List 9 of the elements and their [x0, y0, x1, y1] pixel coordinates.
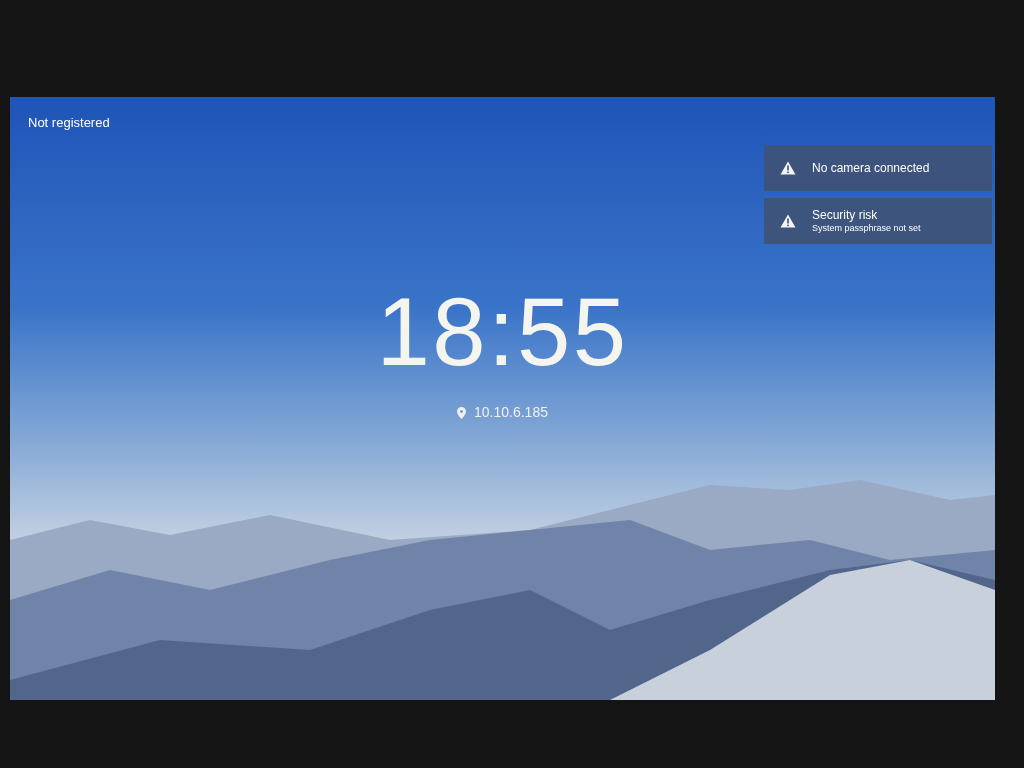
ip-address: 10.10.6.185 — [474, 403, 548, 422]
warning-icon — [780, 214, 796, 228]
notification-title: Security risk — [812, 207, 879, 223]
notification-detail: System passphrase not set — [812, 222, 921, 235]
notification-title: No camera connected — [812, 160, 930, 176]
warning-icon — [780, 161, 796, 175]
location-pin-icon — [457, 406, 466, 419]
registration-status: Not registered — [28, 114, 110, 132]
clock-time: 18:55 — [376, 284, 629, 380]
